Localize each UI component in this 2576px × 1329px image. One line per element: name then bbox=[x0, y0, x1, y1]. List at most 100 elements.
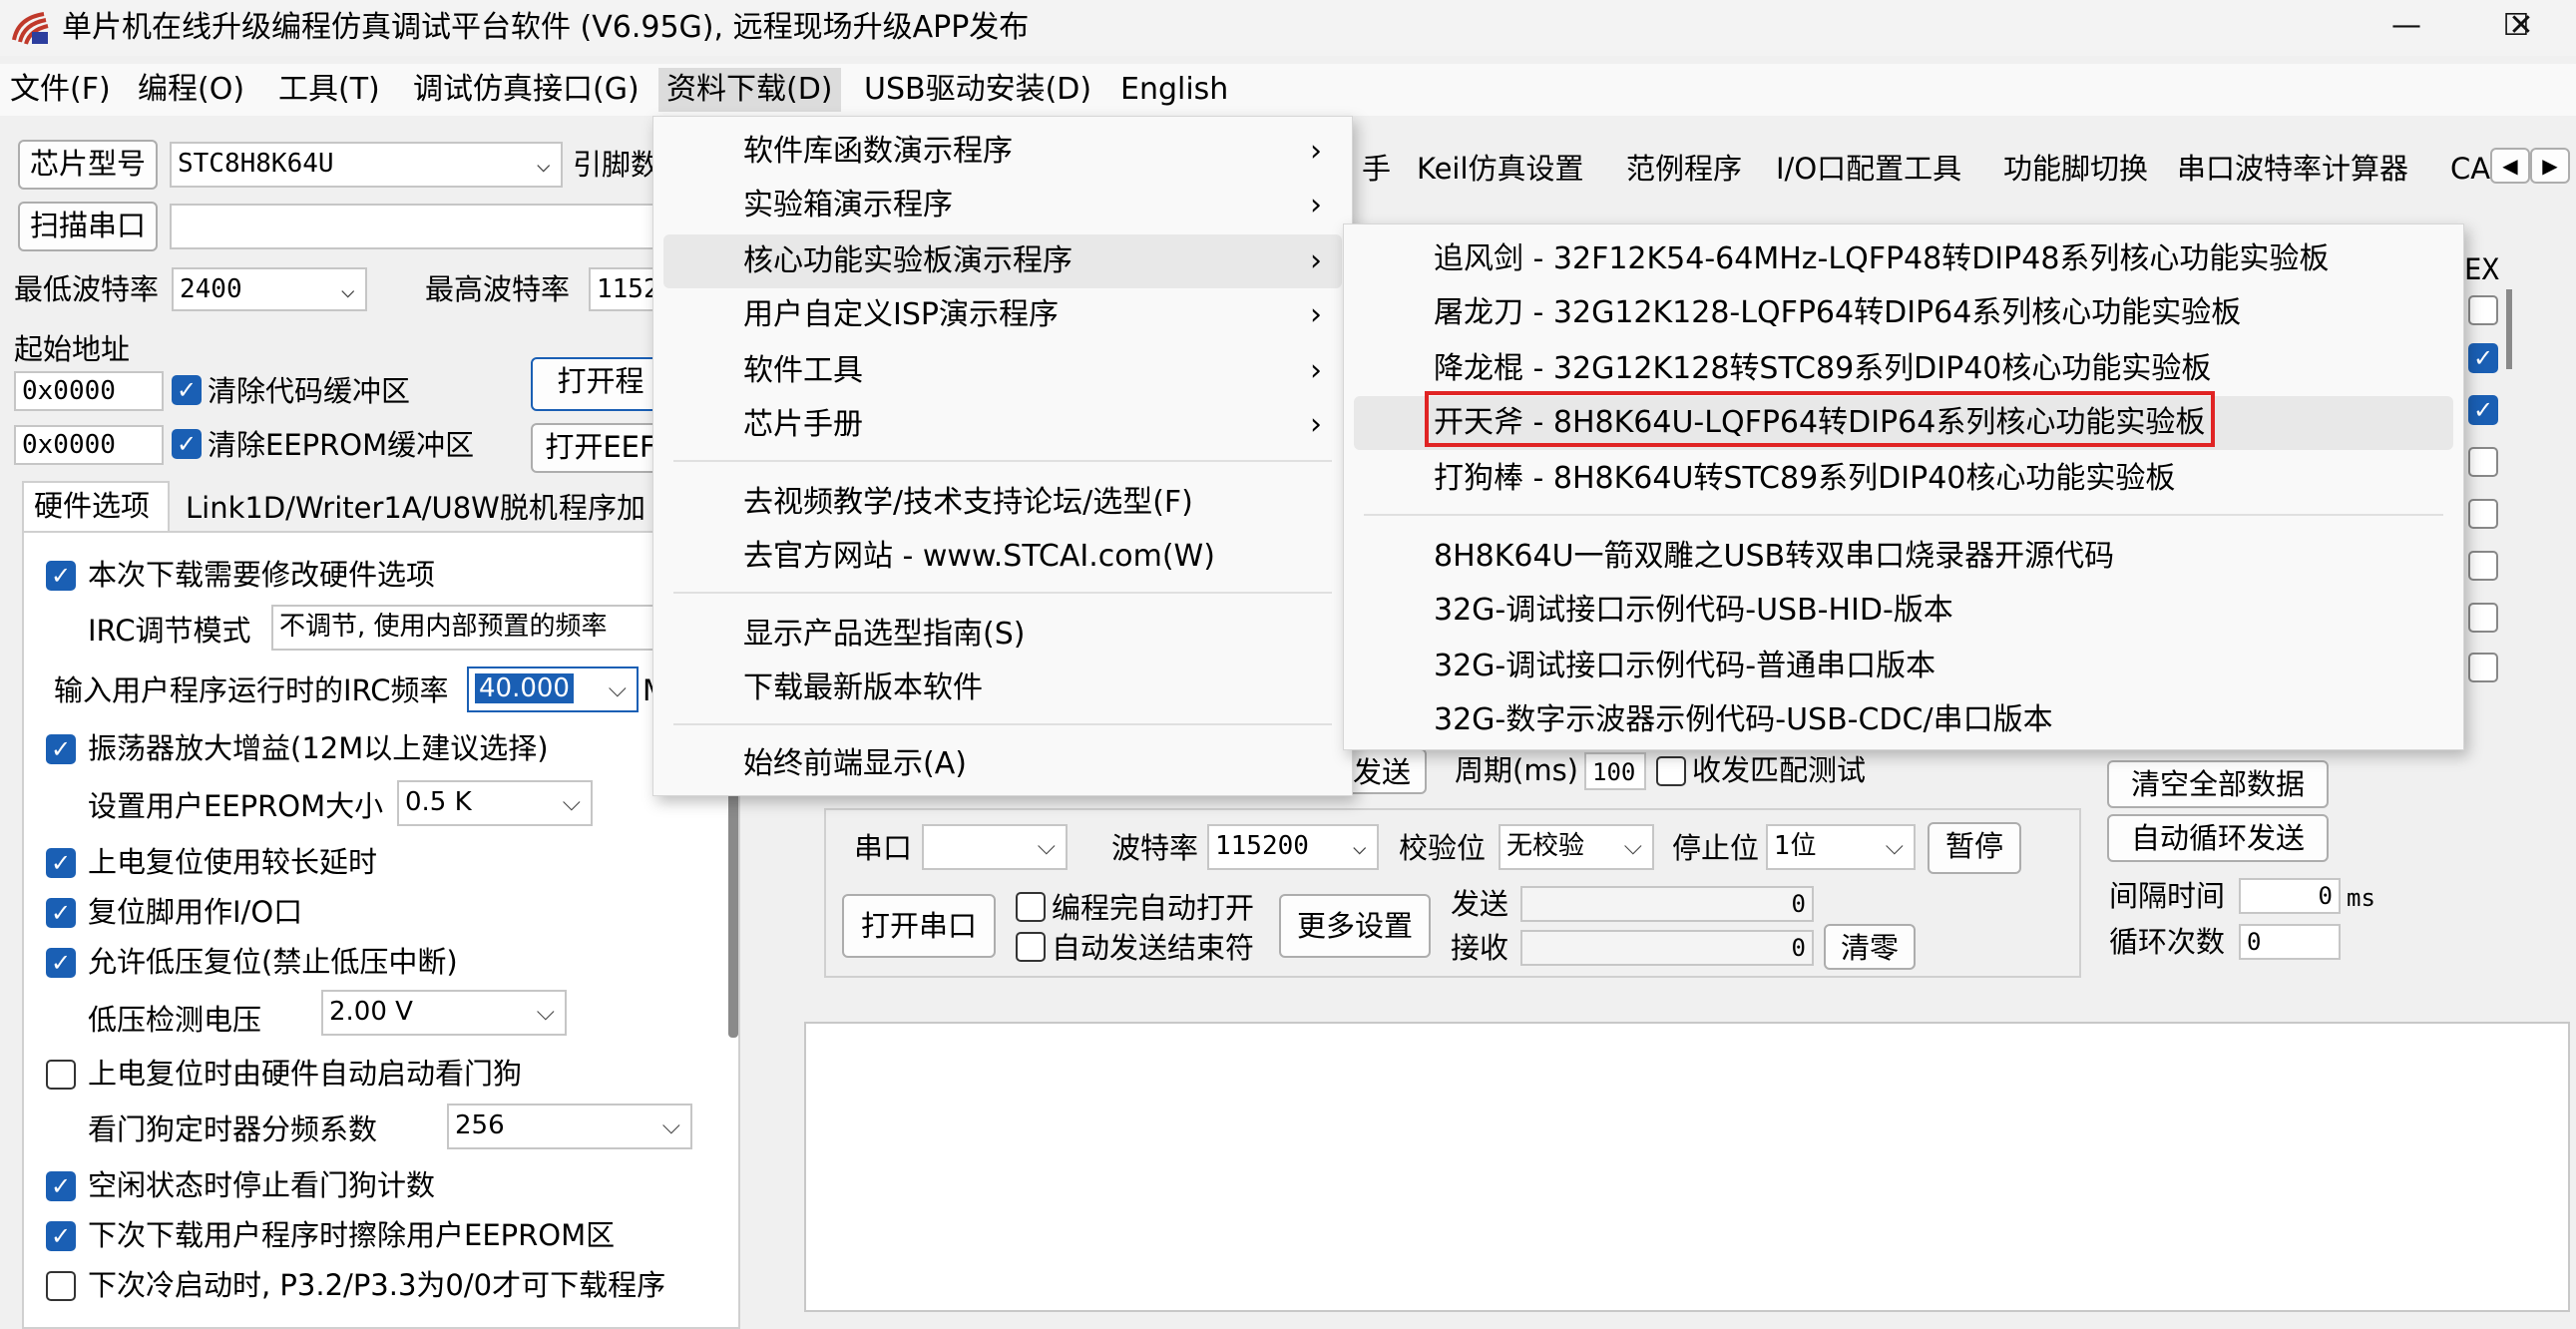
menu-item-always-on-top[interactable]: 始终前端显示(A) bbox=[653, 737, 1352, 791]
tab-assistant[interactable]: 手 bbox=[1352, 146, 1401, 192]
menu-item-chip-manual[interactable]: 芯片手册 › bbox=[653, 398, 1352, 452]
hex-checkbox-5[interactable] bbox=[2468, 499, 2498, 529]
submenu-item-oscilloscope[interactable]: 32G-数字示波器示例代码-USB-CDC/串口版本 bbox=[1354, 693, 2453, 747]
minimize-button[interactable]: — bbox=[2352, 0, 2461, 52]
baud-rate-select[interactable]: 115200 ⌵ bbox=[1207, 824, 1379, 870]
tab-baud-calc[interactable]: 串口波特率计算器 bbox=[2167, 146, 2418, 192]
code-address-input[interactable]: 0x0000 bbox=[14, 371, 164, 411]
submenu-item-debug-hid[interactable]: 32G-调试接口示例代码-USB-HID-版本 bbox=[1354, 584, 2453, 638]
parity-select[interactable]: 无校验 ⌵ bbox=[1499, 824, 1654, 870]
submenu-item-zhuifengjian[interactable]: 追风剑 - 32F12K54-64MHz-LQFP48转DIP48系列核心功能实… bbox=[1354, 232, 2453, 286]
tab-keil-settings[interactable]: Keil仿真设置 bbox=[1407, 146, 1594, 192]
menu-downloads[interactable]: 资料下载(D) bbox=[658, 68, 841, 112]
min-baud-value: 2400 bbox=[180, 274, 242, 304]
tab-examples[interactable]: 范例程序 bbox=[1616, 146, 1752, 192]
auto-loop-send-button[interactable]: 自动循环发送 bbox=[2107, 814, 2329, 862]
wdt-auto-checkbox[interactable] bbox=[46, 1060, 76, 1090]
irc-mode-select[interactable]: 不调节, 使用内部预置的频率 bbox=[271, 605, 660, 651]
submenu-item-debug-serial[interactable]: 32G-调试接口示例代码-普通串口版本 bbox=[1354, 640, 2453, 693]
tab-hardware-options[interactable]: 硬件选项 bbox=[22, 481, 170, 533]
app-logo-icon bbox=[12, 12, 49, 45]
low-volt-select[interactable]: 2.00 V ⌵ bbox=[321, 990, 567, 1036]
power-delay-checkbox[interactable]: ✓ bbox=[46, 848, 76, 878]
auto-end-checkbox[interactable] bbox=[1016, 932, 1046, 962]
menu-item-official-site[interactable]: 去官方网站 - www.STCAI.com(W) bbox=[653, 530, 1352, 584]
eeprom-address-input[interactable]: 0x0000 bbox=[14, 425, 164, 465]
hex-checkbox-1[interactable] bbox=[2468, 295, 2498, 325]
irc-freq-value: 40.000 bbox=[475, 673, 574, 703]
stop-bit-select[interactable]: 1位 ⌵ bbox=[1766, 824, 1916, 870]
submenu-item-usb-dual-serial[interactable]: 8H8K64U一箭双雕之USB转双串口烧录器开源代码 bbox=[1354, 530, 2453, 584]
wdt-div-select[interactable]: 256 ⌵ bbox=[447, 1104, 692, 1149]
open-program-button[interactable]: 打开程 bbox=[531, 357, 670, 411]
p32-p33-checkbox[interactable] bbox=[46, 1271, 76, 1301]
tab-scroll-left-button[interactable]: ◀ bbox=[2490, 148, 2530, 184]
menu-item-software-tools[interactable]: 软件工具 › bbox=[653, 344, 1352, 398]
irc-freq-select[interactable]: 40.000 ⌵ bbox=[467, 666, 639, 712]
submenu-item-dagoubang[interactable]: 打狗棒 - 8H8K64U转STC89系列DIP40核心功能实验板 bbox=[1354, 452, 2453, 506]
menu-item-video-forum[interactable]: 去视频教学/技术支持论坛/选型(F) bbox=[653, 476, 1352, 530]
open-eeprom-button[interactable]: 打开EEF bbox=[531, 423, 670, 473]
pause-button[interactable]: 暂停 bbox=[1928, 822, 2021, 874]
erase-eeprom-checkbox[interactable]: ✓ bbox=[46, 1221, 76, 1251]
menu-program[interactable]: 编程(O) bbox=[130, 68, 252, 112]
period-input[interactable]: 100 bbox=[1584, 752, 1646, 790]
hex-checkbox-2[interactable]: ✓ bbox=[2468, 343, 2498, 373]
submenu-item-label: 追风剑 - 32F12K54-64MHz-LQFP48转DIP48系列核心功能实… bbox=[1434, 241, 2330, 276]
tab-offline-writer[interactable]: Link1D/Writer1A/U8W脱机 bbox=[176, 485, 568, 531]
clear-eeprom-checkbox[interactable]: ✓ bbox=[172, 429, 202, 459]
submenu-item-tulongdao[interactable]: 屠龙刀 - 32G12K128-LQFP64转DIP64系列核心功能实验板 bbox=[1354, 286, 2453, 340]
tab-io-config[interactable]: I/O口配置工具 bbox=[1766, 146, 1971, 192]
hex-checkbox-4[interactable] bbox=[2468, 447, 2498, 477]
output-text-area[interactable] bbox=[804, 1022, 2570, 1312]
low-volt-reset-checkbox[interactable]: ✓ bbox=[46, 948, 76, 978]
idle-wdt-checkbox[interactable]: ✓ bbox=[46, 1171, 76, 1201]
menu-file[interactable]: 文件(F) bbox=[2, 68, 119, 112]
menu-tools[interactable]: 工具(T) bbox=[270, 68, 388, 112]
clear-code-checkbox[interactable]: ✓ bbox=[172, 375, 202, 405]
reset-io-checkbox[interactable]: ✓ bbox=[46, 898, 76, 928]
menu-item-custom-isp-demo[interactable]: 用户自定义ISP演示程序 › bbox=[653, 288, 1352, 342]
core-board-submenu: 追风剑 - 32F12K54-64MHz-LQFP48转DIP48系列核心功能实… bbox=[1343, 223, 2464, 750]
menu-usb-driver[interactable]: USB驱动安装(D) bbox=[856, 68, 1099, 112]
serial-port-select[interactable]: ⌵ bbox=[922, 824, 1068, 870]
menu-item-label: 核心功能实验板演示程序 bbox=[743, 243, 1073, 278]
clear-count-button[interactable]: 清零 bbox=[1824, 924, 1916, 970]
port-select[interactable] bbox=[170, 204, 662, 249]
menu-english[interactable]: English bbox=[1112, 68, 1236, 112]
menu-item-label: 软件工具 bbox=[743, 353, 863, 388]
chip-type-button[interactable]: 芯片型号 bbox=[18, 140, 158, 190]
submenu-item-xianglonggun[interactable]: 降龙棍 - 32G12K128转STC89系列DIP40核心功能实验板 bbox=[1354, 342, 2453, 396]
hex-checkbox-6[interactable] bbox=[2468, 551, 2498, 581]
close-button[interactable]: ✕ bbox=[2466, 0, 2576, 52]
interval-input[interactable]: 0 bbox=[2239, 878, 2341, 914]
osc-gain-checkbox[interactable]: ✓ bbox=[46, 734, 76, 764]
hex-checkbox-7[interactable] bbox=[2468, 603, 2498, 633]
menu-item-selection-guide[interactable]: 显示产品选型指南(S) bbox=[653, 608, 1352, 662]
menu-item-download-latest[interactable]: 下载最新版本软件 bbox=[653, 662, 1352, 715]
loop-count-input[interactable]: 0 bbox=[2239, 924, 2341, 960]
auto-open-checkbox[interactable] bbox=[1016, 892, 1046, 922]
tab-pin-switch[interactable]: 功能脚切换 bbox=[1993, 146, 2158, 192]
match-test-checkbox[interactable] bbox=[1656, 756, 1686, 786]
open-serial-port-button[interactable]: 打开串口 bbox=[842, 894, 996, 958]
hex-checkbox-8[interactable] bbox=[2468, 653, 2498, 682]
hex-checkbox-3[interactable]: ✓ bbox=[2468, 395, 2498, 425]
eeprom-size-select[interactable]: 0.5 K ⌵ bbox=[397, 780, 593, 826]
scan-port-button[interactable]: 扫描串口 bbox=[18, 202, 158, 251]
clear-all-data-button[interactable]: 清空全部数据 bbox=[2107, 760, 2329, 808]
hex-scrollbar[interactable] bbox=[2506, 289, 2512, 369]
more-settings-button[interactable]: 更多设置 bbox=[1279, 894, 1431, 958]
menu-item-core-board-demo[interactable]: 核心功能实验板演示程序 › bbox=[663, 234, 1342, 288]
menu-item-lab-box-demo[interactable]: 实验箱演示程序 › bbox=[653, 179, 1352, 232]
modify-hw-checkbox[interactable]: ✓ bbox=[46, 561, 76, 591]
tab-scroll-right-button[interactable]: ▶ bbox=[2530, 148, 2570, 184]
menu-debug[interactable]: 调试仿真接口(G) bbox=[405, 68, 647, 112]
chip-type-select[interactable]: STC8H8K64U ⌵ bbox=[170, 142, 563, 188]
submenu-item-label: 32G-调试接口示例代码-普通串口版本 bbox=[1434, 649, 1936, 683]
idle-wdt-label: 空闲状态时停止看门狗计数 bbox=[88, 1168, 436, 1202]
tab-program-encrypt[interactable]: 程序加 bbox=[549, 485, 655, 531]
menu-separator bbox=[1364, 514, 2443, 516]
min-baud-select[interactable]: 2400 ⌵ bbox=[172, 267, 367, 311]
menu-item-library-demo[interactable]: 软件库函数演示程序 › bbox=[653, 125, 1352, 179]
